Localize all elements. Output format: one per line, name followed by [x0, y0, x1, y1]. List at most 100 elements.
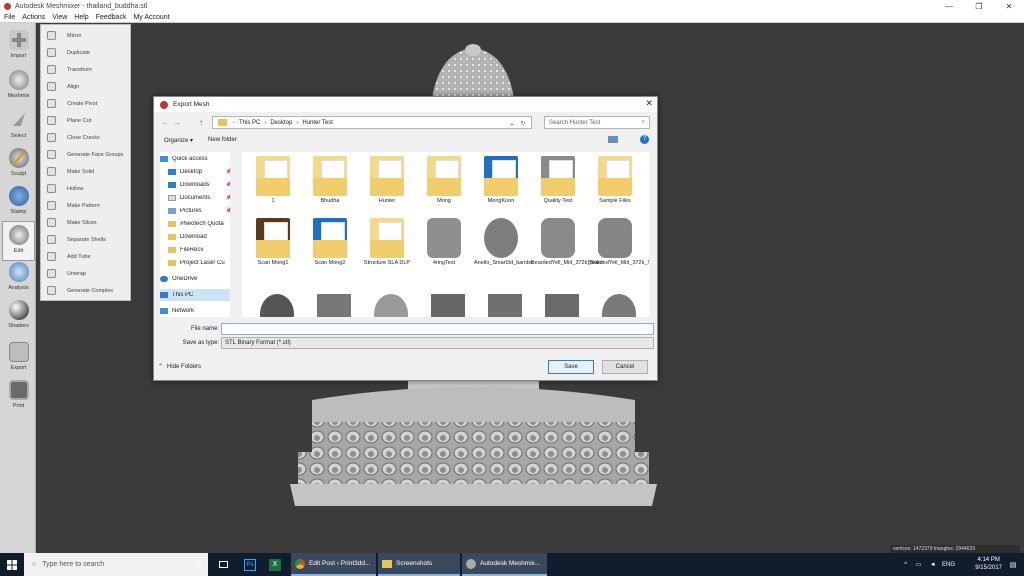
system-tray[interactable]: ^ ▭ ◄: [900, 553, 940, 576]
file-item[interactable]: [421, 294, 475, 317]
windows-start-button[interactable]: [0, 553, 24, 576]
taskbar-task-view[interactable]: [213, 553, 233, 576]
file-item[interactable]: MongKoon: [474, 156, 528, 214]
nav-desktop[interactable]: Desktop 📌: [160, 166, 235, 178]
taskbar-screenshots[interactable]: Screenshots: [378, 553, 460, 576]
file-item[interactable]: [478, 294, 532, 317]
file-item[interactable]: Anello_Smart3d_bambo: [474, 218, 533, 286]
edit-align[interactable]: Align: [41, 78, 132, 95]
nav-filerecv[interactable]: FileRecv: [160, 244, 235, 256]
breadcrumb-hunter-test[interactable]: Hunter Test: [302, 120, 333, 126]
tool-analysis[interactable]: Analysis: [2, 259, 35, 299]
nav-scrollbar[interactable]: [230, 152, 237, 317]
nav-network[interactable]: Network: [160, 305, 235, 317]
breadcrumb-desktop[interactable]: Desktop: [270, 120, 292, 126]
notification-icon[interactable]: ▤: [1006, 553, 1020, 576]
edit-generate-complex[interactable]: Generate Complex: [41, 282, 132, 299]
back-button[interactable]: ←: [160, 116, 170, 129]
tool-print[interactable]: Print: [2, 377, 35, 417]
edit-make-slices[interactable]: Make Slices: [41, 214, 132, 231]
edit-transform[interactable]: Transform: [41, 61, 132, 78]
menu-file[interactable]: File: [4, 14, 15, 21]
nav-download[interactable]: Download: [160, 231, 235, 243]
tool-select[interactable]: Select: [2, 107, 35, 147]
file-item[interactable]: 4ringTest: [417, 218, 471, 286]
edit-separate-shells[interactable]: Separate Shells: [41, 231, 132, 248]
file-item[interactable]: [307, 294, 361, 317]
edit-generate-face-groups[interactable]: Generate Face Groups: [41, 146, 132, 163]
new-folder-button[interactable]: New folder: [208, 137, 237, 143]
search-input[interactable]: Search Hunter Test ⌕: [544, 116, 650, 129]
tool-shaders[interactable]: Shaders: [2, 297, 35, 337]
organize-button[interactable]: Organize ▾: [164, 137, 193, 144]
taskbar-photoshop[interactable]: Ps: [240, 553, 260, 576]
edit-close-cracks[interactable]: Close Cracks: [41, 129, 132, 146]
file-item[interactable]: Quality Test: [531, 156, 585, 214]
clock[interactable]: 4:14 PM 9/15/2017: [975, 556, 1002, 572]
menu-view[interactable]: View: [52, 14, 67, 21]
nav-onedrive[interactable]: OneDrive: [160, 273, 235, 285]
file-item[interactable]: Sample Files: [588, 156, 642, 214]
file-name-input[interactable]: [221, 323, 654, 335]
save-button[interactable]: Save: [548, 360, 594, 374]
breadcrumb-this-pc[interactable]: This PC: [239, 120, 260, 126]
taskbar-search[interactable]: ○ Type here to search: [24, 553, 208, 576]
nav-pictures[interactable]: Pictures 📌: [160, 205, 235, 217]
file-item[interactable]: [535, 294, 589, 317]
taskbar-mic[interactable]: 🎙: [190, 553, 206, 576]
language-indicator[interactable]: ENG: [942, 553, 960, 576]
nav-neotech-quota[interactable]: #Neotech Quota: [160, 218, 235, 230]
file-item[interactable]: [250, 294, 304, 317]
forward-button[interactable]: →: [172, 116, 182, 129]
tool-edit[interactable]: Edit: [2, 221, 35, 261]
edit-make-pattern[interactable]: Make Pattern: [41, 197, 132, 214]
taskbar-chrome[interactable]: Edit Post ‹ Print3dd...: [291, 553, 376, 576]
help-icon[interactable]: ?: [640, 135, 649, 144]
cancel-button[interactable]: Cancel: [602, 360, 648, 374]
nav-quick-access[interactable]: Quick access: [160, 153, 235, 165]
edit-plane-cut[interactable]: Plane Cut: [41, 112, 132, 129]
menu-my-account[interactable]: My Account: [133, 14, 169, 21]
up-button[interactable]: ↑: [196, 116, 206, 129]
close-window-button[interactable]: ✕: [994, 0, 1024, 12]
hide-folders-toggle[interactable]: ⌃ Hide Folders: [158, 363, 201, 371]
file-list-scrollbar[interactable]: [650, 152, 657, 317]
file-item[interactable]: Mong: [417, 156, 471, 214]
file-item[interactable]: Scan Mong2: [303, 218, 357, 286]
nav-documents[interactable]: Documents 📌: [160, 192, 235, 204]
tool-import[interactable]: Import: [2, 27, 35, 67]
tool-export[interactable]: Export: [2, 339, 35, 379]
tool-sculpt[interactable]: Sculpt: [2, 145, 35, 185]
edit-hollow[interactable]: Hollow: [41, 180, 132, 197]
save-type-select[interactable]: STL Binary Format (*.stl): [221, 337, 654, 349]
view-options-icon[interactable]: [608, 136, 618, 143]
edit-unwrap[interactable]: Unwrap: [41, 265, 132, 282]
file-item[interactable]: BeardedYell_Mid_372k_Solid: [531, 218, 603, 286]
file-item[interactable]: Structure SLA DLP: [360, 218, 414, 286]
nav-this-pc[interactable]: This PC: [160, 289, 235, 301]
file-item[interactable]: [592, 294, 646, 317]
menu-actions[interactable]: Actions: [22, 14, 45, 21]
file-item[interactable]: [364, 294, 418, 317]
file-item[interactable]: Scan Mong1: [246, 218, 300, 286]
taskbar-meshmixer[interactable]: Autodesk Meshmix...: [462, 553, 547, 576]
edit-add-tube[interactable]: Add Tube: [41, 248, 132, 265]
menu-help[interactable]: Help: [74, 14, 88, 21]
edit-make-solid[interactable]: Make Solid: [41, 163, 132, 180]
tool-stamp[interactable]: Stamp: [2, 183, 35, 223]
edit-duplicate[interactable]: Duplicate: [41, 44, 132, 61]
tool-meshmix[interactable]: Meshmix: [2, 67, 35, 107]
file-item[interactable]: 1: [246, 156, 300, 214]
file-item[interactable]: Hunter: [360, 156, 414, 214]
nav-project-laser[interactable]: Project Laser Cu: [160, 257, 235, 269]
address-bar[interactable]: › This PC › Desktop › Hunter Test ⌄ ↻: [212, 116, 532, 129]
edit-mirror[interactable]: Mirror: [41, 27, 132, 44]
file-item[interactable]: Bhudha: [303, 156, 357, 214]
file-item[interactable]: BeardedYell_Mid_372k_Solid_support: [588, 218, 649, 286]
nav-downloads[interactable]: Downloads 📌: [160, 179, 235, 191]
refresh-button[interactable]: ↻: [518, 117, 528, 130]
dialog-close-button[interactable]: ✕: [645, 98, 653, 109]
taskbar-excel[interactable]: X: [265, 553, 285, 576]
menu-feedback[interactable]: Feedback: [96, 14, 127, 21]
maximize-button[interactable]: ❐: [964, 0, 994, 12]
